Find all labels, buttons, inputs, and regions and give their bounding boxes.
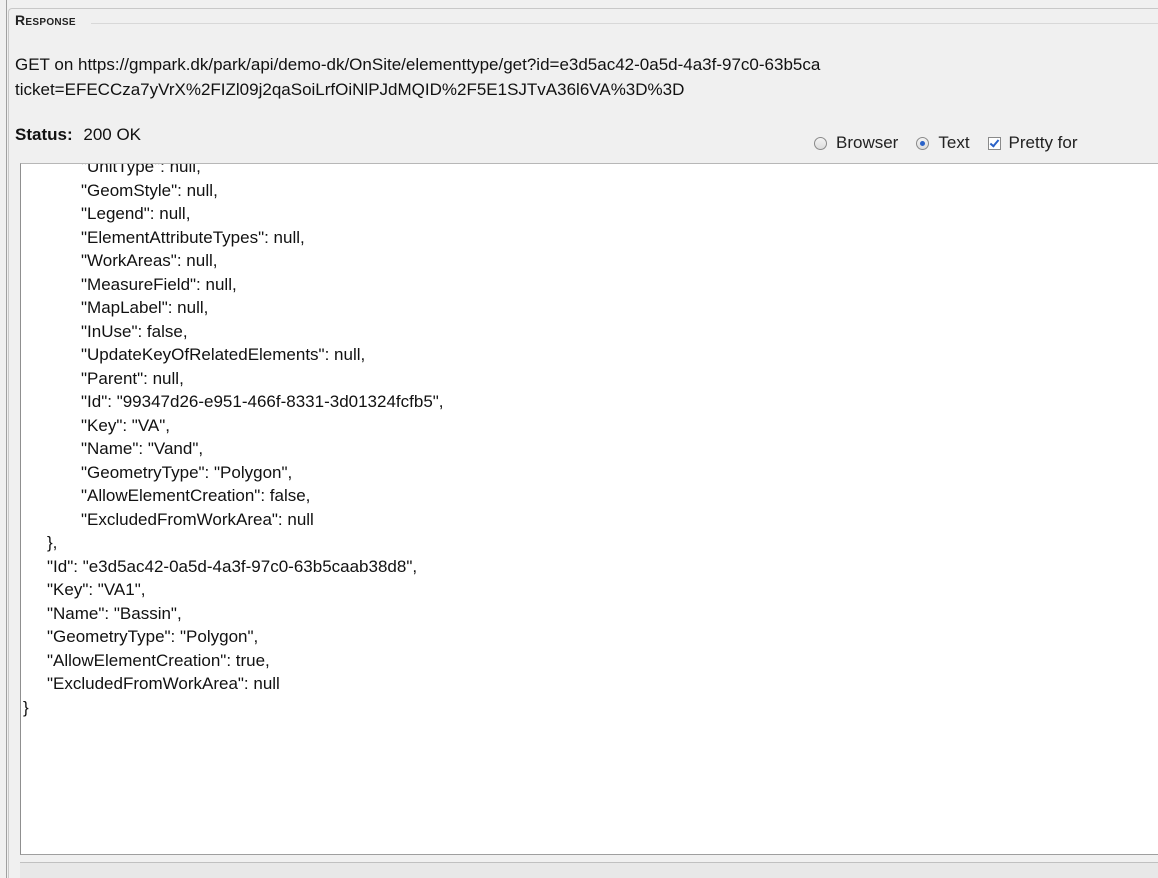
- body-line: "Parent": null,: [81, 368, 184, 388]
- request-ticket-line: ticket=EFECCza7yVrX%2FIZl09j2qaSoiLrfOiN…: [15, 80, 685, 99]
- body-line: "UpdateKeyOfRelatedElements": null,: [81, 345, 366, 364]
- option-pretty-format-label: Pretty for: [1008, 133, 1078, 152]
- pretty-format-checkbox[interactable]: [987, 136, 1001, 150]
- left-divider: [6, 0, 7, 878]
- body-line: "GeometryType": "Polygon",: [81, 462, 293, 482]
- option-pretty-format[interactable]: Pretty for: [987, 133, 1078, 153]
- body-line: "Name": "Vand",: [81, 439, 204, 458]
- option-text[interactable]: Text: [916, 133, 970, 153]
- body-line: "Id": "e3d5ac42-0a5d-4a3f-97c0-63b5caab3…: [47, 556, 418, 576]
- body-line: }: [23, 697, 29, 717]
- body-line: "Legend": null,: [81, 204, 191, 223]
- view-options: Browser Text Pretty for: [814, 133, 1096, 153]
- status-row: Status: 200 OK: [15, 125, 141, 145]
- body-line: "UnitType": null,: [81, 163, 201, 176]
- request-url-line: GET on https://gmpark.dk/park/api/demo-d…: [15, 55, 821, 74]
- status-value: 200 OK: [83, 125, 142, 144]
- response-body-lines: "UnitType": null, "GeomStyle": null, "Lege…: [21, 163, 444, 719]
- body-line: "ElementAttributeTypes": null,: [81, 227, 305, 247]
- body-line: "GeometryType": "Polygon",: [47, 627, 259, 646]
- text-radio[interactable]: [916, 136, 930, 150]
- browser-radio[interactable]: [814, 136, 827, 150]
- section-divider: [91, 23, 1158, 24]
- body-line: "MeasureField": null,: [81, 274, 237, 294]
- body-line: "Name": "Bassin",: [47, 603, 182, 623]
- option-browser[interactable]: Browser: [814, 133, 898, 153]
- option-text-label: Text: [938, 133, 970, 152]
- body-line: "GeomStyle": null,: [81, 180, 218, 200]
- body-line: "ExcludedFromWorkArea": null: [47, 674, 280, 693]
- body-line: },: [47, 533, 58, 552]
- bottom-section-edge: [20, 862, 1158, 878]
- body-line: "WorkAreas": null,: [81, 251, 218, 270]
- body-line: "Key": "VA1",: [47, 580, 146, 599]
- body-line: "Key": "VA",: [81, 415, 171, 435]
- body-line: "AllowElementCreation": true,: [47, 650, 270, 670]
- body-line: "Id": "99347d26-e951-466f-8331-3d01324fc…: [81, 392, 444, 411]
- response-body[interactable]: "UnitType": null, "GeomStyle": null, "Lege…: [20, 163, 1158, 855]
- section-title: Response: [15, 12, 76, 28]
- body-line: "MapLabel": null,: [81, 298, 209, 317]
- option-browser-label: Browser: [836, 133, 899, 152]
- status-label: Status:: [15, 125, 73, 144]
- response-window: Response GET on https://gmpark.dk/park/a…: [0, 0, 1158, 878]
- body-line: "InUse": false,: [81, 321, 188, 341]
- body-line: "AllowElementCreation": false,: [81, 486, 311, 505]
- body-line: "ExcludedFromWorkArea": null: [81, 509, 314, 529]
